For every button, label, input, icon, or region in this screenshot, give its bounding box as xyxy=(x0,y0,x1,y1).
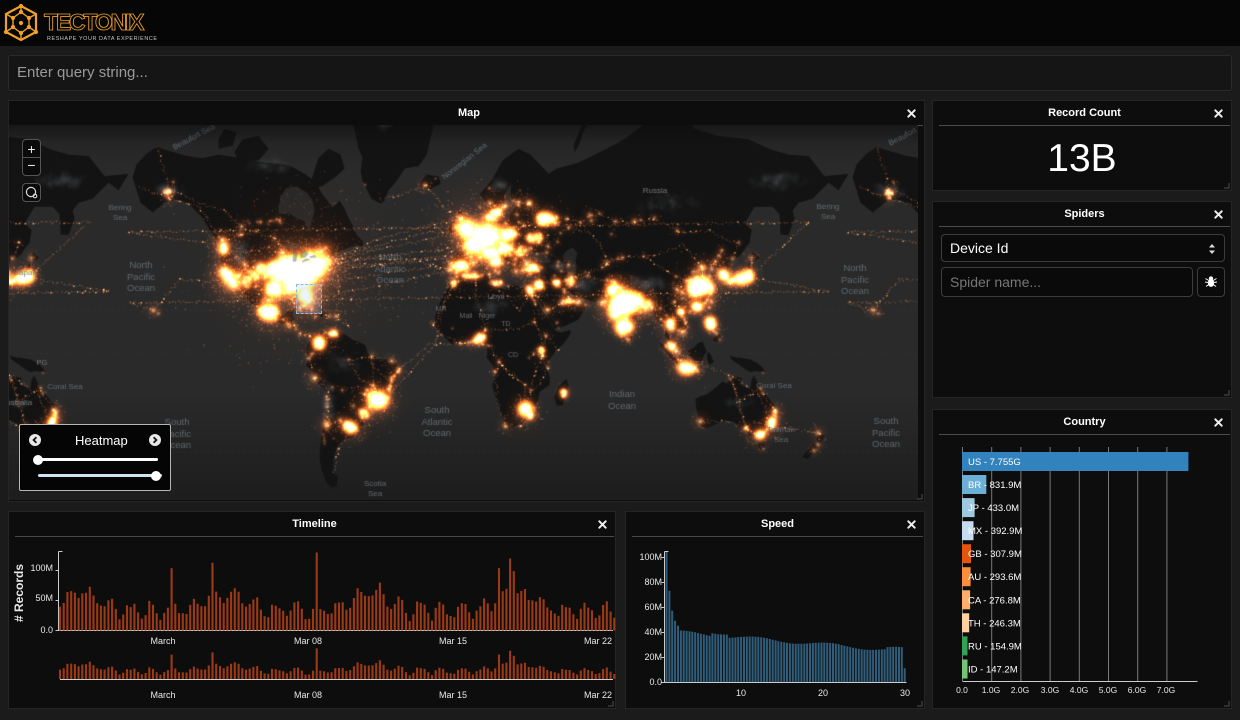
svg-text:# Records: # Records xyxy=(12,564,26,622)
svg-text:AU - 293.6M: AU - 293.6M xyxy=(968,572,1021,583)
svg-text:ID - 147.2M: ID - 147.2M xyxy=(968,665,1018,676)
svg-text:50M: 50M xyxy=(35,593,53,603)
svg-text:GB - 307.9M: GB - 307.9M xyxy=(968,549,1022,560)
svg-text:Mar 15: Mar 15 xyxy=(439,690,467,700)
svg-text:1.0G: 1.0G xyxy=(982,685,1000,695)
svg-text:3.0G: 3.0G xyxy=(1041,685,1059,695)
svg-text:MX - 392.9M: MX - 392.9M xyxy=(968,526,1022,537)
svg-text:Mar 22: Mar 22 xyxy=(584,636,612,646)
svg-text:March: March xyxy=(150,636,175,646)
svg-text:RESHAPE YOUR DATA EXPERIENCE: RESHAPE YOUR DATA EXPERIENCE xyxy=(47,36,158,42)
svg-text:80M: 80M xyxy=(644,577,662,587)
svg-text:5.0G: 5.0G xyxy=(1099,685,1117,695)
svg-text:20: 20 xyxy=(818,688,828,698)
svg-text:March: March xyxy=(150,690,175,700)
svg-text:Mar 08: Mar 08 xyxy=(294,690,322,700)
svg-text:20M: 20M xyxy=(644,652,662,662)
svg-text:BR - 831.9M: BR - 831.9M xyxy=(968,480,1021,491)
svg-text:7.0G: 7.0G xyxy=(1157,685,1175,695)
svg-text:Mar 15: Mar 15 xyxy=(439,636,467,646)
svg-text:US - 7.755G: US - 7.755G xyxy=(968,457,1021,468)
svg-text:JP - 433.0M: JP - 433.0M xyxy=(968,503,1019,514)
svg-text:6.0G: 6.0G xyxy=(1128,685,1146,695)
svg-text:0.0: 0.0 xyxy=(40,625,53,635)
svg-text:0.0: 0.0 xyxy=(649,677,662,687)
svg-text:10: 10 xyxy=(736,688,746,698)
svg-text:60M: 60M xyxy=(644,602,662,612)
svg-text:2.0G: 2.0G xyxy=(1011,685,1029,695)
svg-text:CA - 276.8M: CA - 276.8M xyxy=(968,595,1021,606)
svg-text:TECTONIX: TECTONIX xyxy=(44,9,146,35)
svg-text:30: 30 xyxy=(900,688,910,698)
svg-text:0.0: 0.0 xyxy=(956,685,968,695)
svg-text:100M: 100M xyxy=(30,563,53,573)
svg-text:40M: 40M xyxy=(644,627,662,637)
svg-text:RU - 154.9M: RU - 154.9M xyxy=(968,641,1022,652)
svg-text:100M: 100M xyxy=(639,552,662,562)
svg-text:TH - 246.3M: TH - 246.3M xyxy=(968,618,1021,629)
svg-text:4.0G: 4.0G xyxy=(1070,685,1088,695)
svg-text:Mar 22: Mar 22 xyxy=(584,690,612,700)
svg-text:Mar 08: Mar 08 xyxy=(294,636,322,646)
